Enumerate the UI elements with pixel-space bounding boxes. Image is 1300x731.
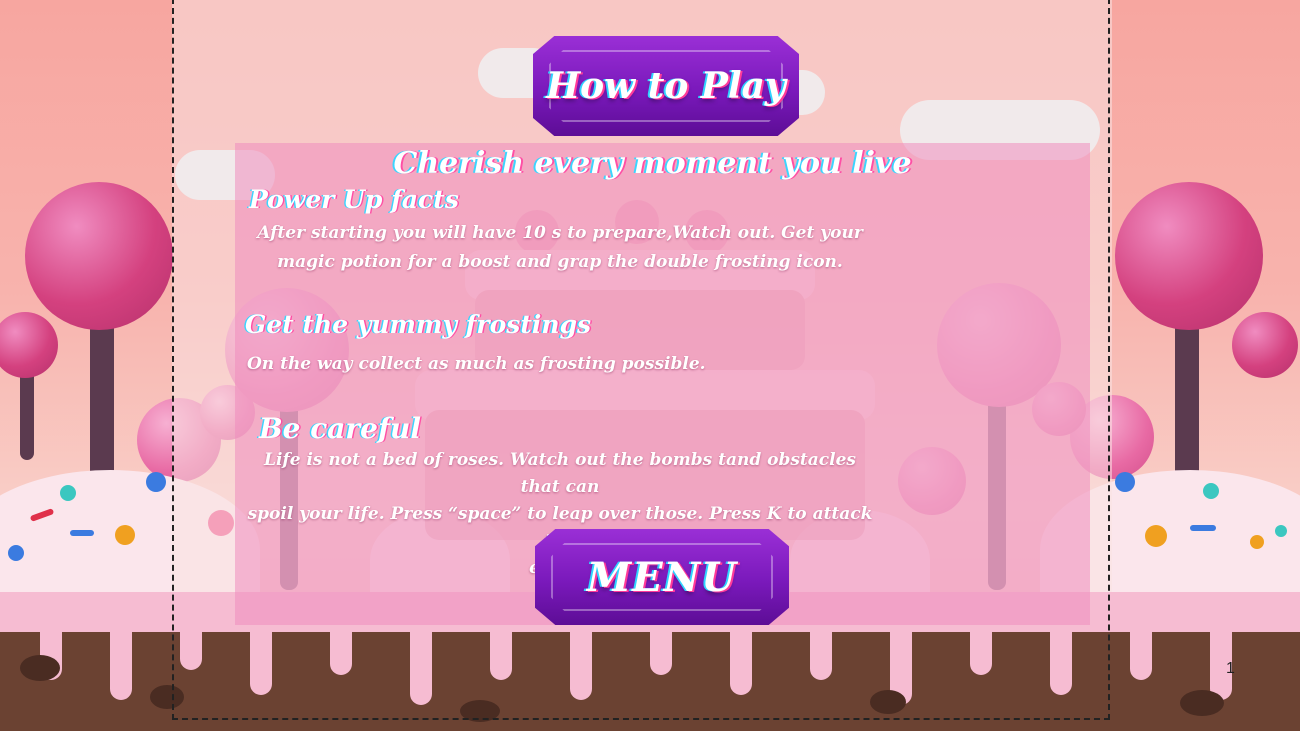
sprinkle bbox=[60, 485, 76, 501]
candy-tree-ball bbox=[1232, 312, 1298, 378]
sprinkle bbox=[1190, 525, 1216, 531]
sprinkle bbox=[115, 525, 135, 545]
sprinkle bbox=[1145, 525, 1167, 547]
sprinkle bbox=[70, 530, 94, 536]
text-line: On the way collect as much as frosting p… bbox=[247, 354, 706, 374]
sprinkle bbox=[146, 472, 166, 492]
sprinkle bbox=[1115, 472, 1135, 492]
frosting-drip bbox=[110, 620, 132, 700]
sprinkle bbox=[8, 545, 24, 561]
section-text-frostings: On the way collect as much as frosting p… bbox=[247, 350, 867, 379]
page-number: 1 bbox=[1226, 660, 1235, 677]
text-line: Life is not a bed of roses. Watch out th… bbox=[264, 450, 856, 497]
sprinkle bbox=[1250, 535, 1264, 549]
text-line: magic potion for a boost and grap the do… bbox=[277, 252, 843, 272]
how-to-play-title-button: How to Play bbox=[533, 36, 799, 136]
section-heading-power-up: Power Up facts bbox=[249, 185, 459, 214]
candy-tree-ball bbox=[1115, 182, 1263, 330]
sprinkle bbox=[1203, 483, 1219, 499]
title-label: How to Play bbox=[546, 65, 786, 107]
menu-button-label: MENU bbox=[586, 553, 738, 601]
headline: Cherish every moment you live bbox=[393, 146, 912, 181]
section-text-power-up: After starting you will have 10 s to pre… bbox=[245, 219, 875, 277]
frosting-drip bbox=[1130, 620, 1152, 680]
text-line: After starting you will have 10 s to pre… bbox=[257, 223, 863, 243]
ground-rock bbox=[20, 655, 60, 681]
sprinkle bbox=[1275, 525, 1287, 537]
section-heading-careful: Be careful bbox=[259, 412, 422, 445]
section-heading-frostings: Get the yummy frostings bbox=[245, 310, 592, 339]
candy-tree-ball bbox=[25, 182, 173, 330]
menu-button[interactable]: MENU bbox=[535, 529, 789, 625]
ground-rock bbox=[1180, 690, 1224, 716]
